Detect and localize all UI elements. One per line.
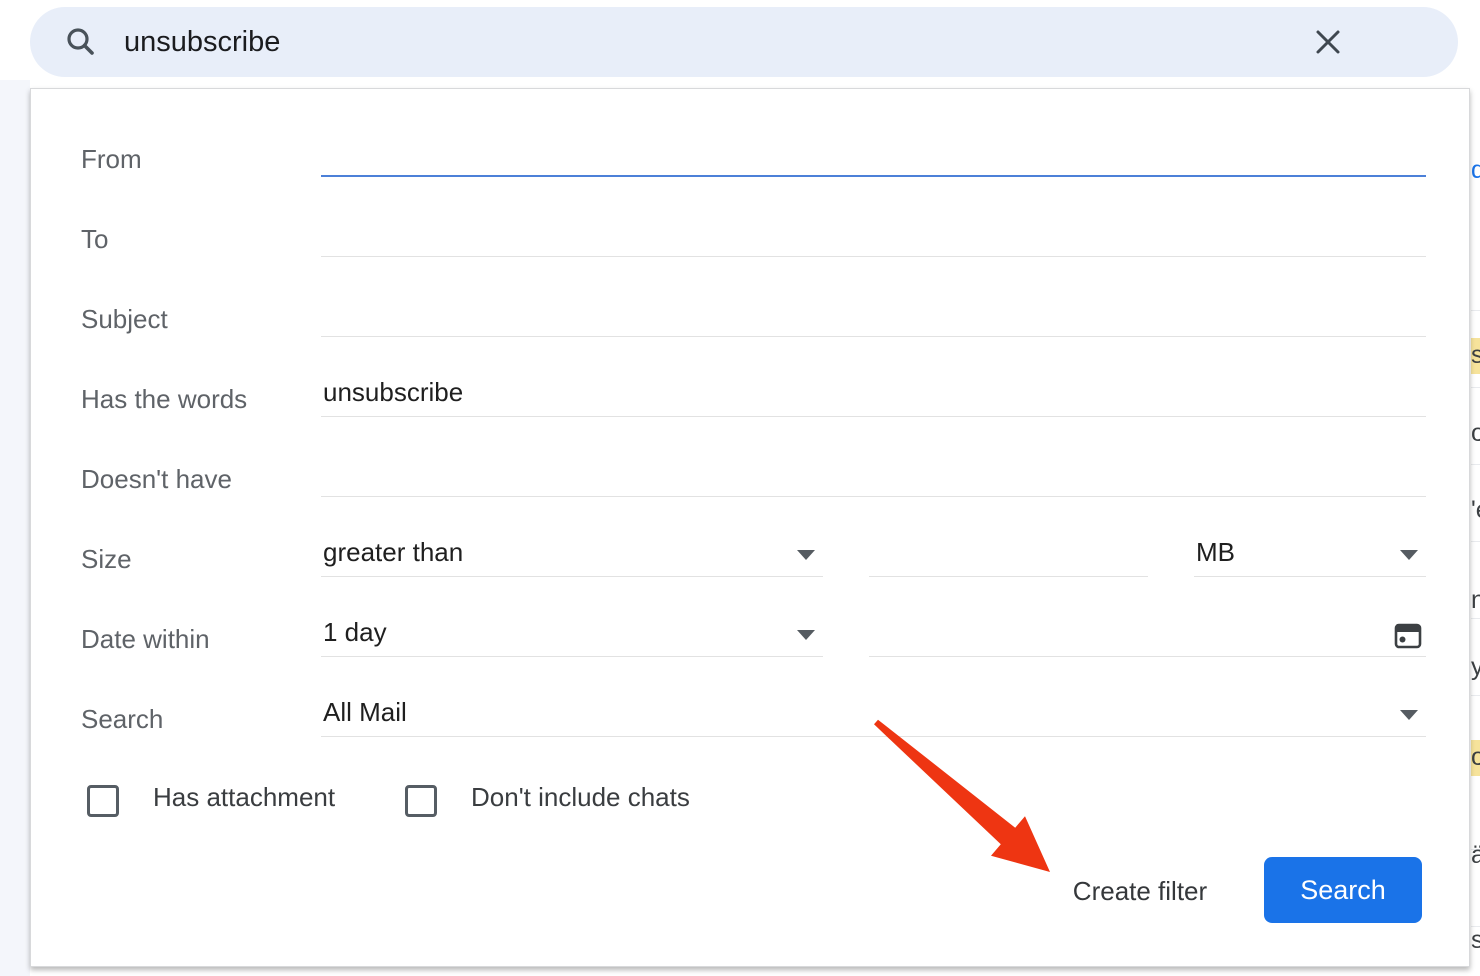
mail-fragment-highlight: s xyxy=(1471,338,1480,374)
mail-fragment: 'e xyxy=(1471,495,1480,525)
dont-include-chats-label: Don't include chats xyxy=(471,781,690,813)
search-input[interactable] xyxy=(122,25,1312,60)
close-search-icon[interactable] xyxy=(1312,26,1344,58)
from-label: From xyxy=(81,143,142,175)
date-within-label: Date within xyxy=(81,623,210,655)
search-button[interactable]: Search xyxy=(1264,857,1422,923)
has-words-input[interactable] xyxy=(321,373,1426,417)
has-attachment-label: Has attachment xyxy=(153,781,335,813)
dont-include-chats-checkbox[interactable] xyxy=(405,785,437,817)
create-filter-button[interactable]: Create filter xyxy=(1059,875,1221,908)
mail-fragment: y xyxy=(1471,652,1480,682)
chevron-down-icon xyxy=(1400,710,1418,720)
doesnt-have-label: Doesn't have xyxy=(81,463,232,495)
subject-input[interactable] xyxy=(321,293,1426,337)
from-input[interactable] xyxy=(321,133,1426,177)
date-range-select[interactable]: 1 day xyxy=(321,613,823,657)
subject-label: Subject xyxy=(81,303,168,335)
has-words-label: Has the words xyxy=(81,383,247,415)
has-attachment-checkbox[interactable] xyxy=(87,785,119,817)
mail-fragment: o xyxy=(1471,418,1480,448)
mail-fragment-highlight: o xyxy=(1471,740,1480,776)
mail-fragment: d xyxy=(1471,155,1480,185)
doesnt-have-input[interactable] xyxy=(321,453,1426,497)
size-comparator-value: greater than xyxy=(323,537,463,568)
size-unit-select[interactable]: MB xyxy=(1194,533,1426,577)
to-label: To xyxy=(81,223,108,255)
page-background-strip xyxy=(0,80,30,976)
mail-fragment: s xyxy=(1471,925,1480,955)
mail-fragment: ä xyxy=(1471,840,1480,870)
search-scope-label: Search xyxy=(81,703,163,735)
calendar-icon[interactable] xyxy=(1393,621,1423,651)
mail-fragment: n xyxy=(1471,585,1480,615)
chevron-down-icon xyxy=(1400,550,1418,560)
date-input[interactable] xyxy=(869,613,1426,657)
search-icon[interactable] xyxy=(64,25,98,59)
chevron-down-icon xyxy=(797,630,815,640)
size-label: Size xyxy=(81,543,132,575)
date-range-value: 1 day xyxy=(323,617,387,648)
gmail-search-bar xyxy=(30,7,1458,77)
gmail-advanced-search-overlay: d s o 'e n y o ä s From To Subject xyxy=(0,0,1480,976)
search-filter-panel: From To Subject Has the words Doesn't ha… xyxy=(30,88,1470,967)
chevron-down-icon xyxy=(797,550,815,560)
to-input[interactable] xyxy=(321,213,1426,257)
size-unit-value: MB xyxy=(1196,537,1235,568)
size-comparator-select[interactable]: greater than xyxy=(321,533,823,577)
size-amount-input[interactable] xyxy=(869,533,1148,577)
search-scope-select[interactable]: All Mail xyxy=(321,693,1426,737)
background-mail-list-sliver: d s o 'e n y o ä s xyxy=(1471,80,1480,976)
search-scope-value: All Mail xyxy=(323,697,407,728)
